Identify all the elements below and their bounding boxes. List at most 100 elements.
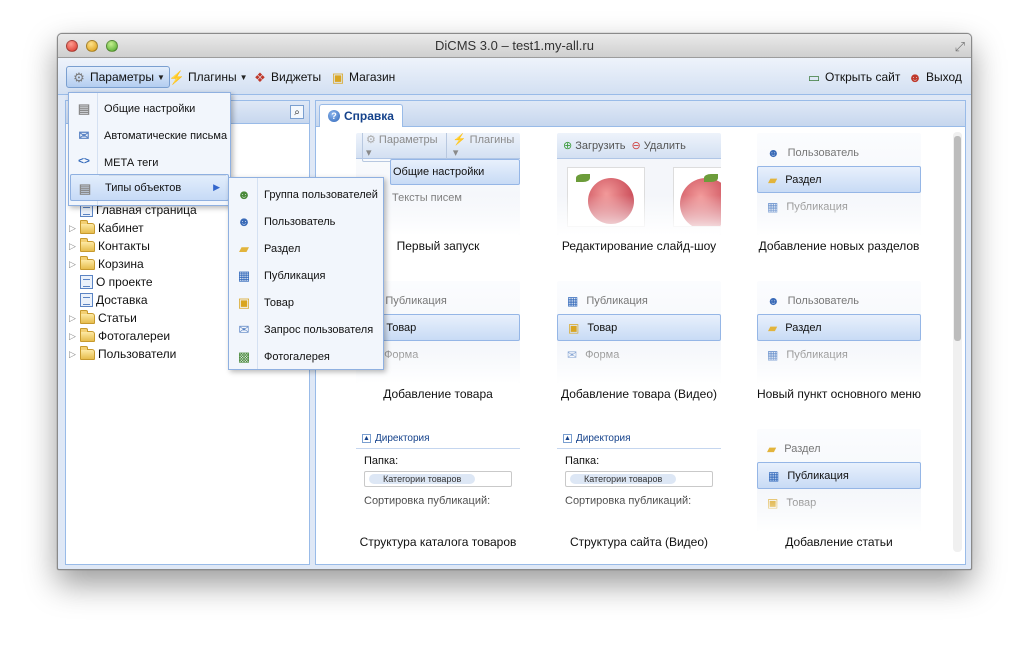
tree-item[interactable]: ▷ Контакты xyxy=(69,237,150,255)
thumb-menu-row: ▦ Публикация xyxy=(757,341,921,368)
tree-item-label: Пользователи xyxy=(98,347,177,361)
help-card[interactable]: ☻ Пользователь ▰ Раздел ▦ Публикация Добавлени… xyxy=(749,133,929,273)
thumb-row-icon: ▰ xyxy=(768,172,778,187)
folder-icon xyxy=(80,345,95,360)
thumb-folder-label: Папка: xyxy=(364,455,399,467)
expand-arrow-icon[interactable]: ▷ xyxy=(69,259,77,270)
tree-item[interactable]: ▷ Кабинет xyxy=(69,219,144,237)
folder-icon: ▰ xyxy=(239,240,249,256)
plugins-label: Плагины xyxy=(188,70,237,84)
params-menu-button[interactable]: ⚙ Параметры ▼ xyxy=(66,66,170,88)
lightning-icon: ⚡ xyxy=(168,69,186,85)
thumb-row-label: Товар xyxy=(386,321,417,334)
tree-item[interactable]: О проекте xyxy=(69,273,153,291)
thumb-row-icon: ▦ xyxy=(768,468,780,483)
menu-separator xyxy=(99,175,226,176)
tree-item[interactable]: ▷ Корзина xyxy=(69,255,144,273)
page-icon xyxy=(80,293,93,307)
help-card-caption: Добавление статьи xyxy=(785,535,893,549)
help-card[interactable]: ☻ Пользователь ▰ Раздел ▦ Публикация Новый пун… xyxy=(749,281,929,421)
expand-arrow-icon[interactable]: ▷ xyxy=(69,349,77,360)
envelope-icon: ✉ xyxy=(78,127,90,143)
shop-button[interactable]: ▣ Магазин xyxy=(325,66,400,88)
thumb-row-icon: ▰ xyxy=(768,320,778,335)
thumb-folder-field: Категории товаров xyxy=(364,471,512,487)
help-card[interactable]: ▰ Раздел ▦ Публикация ▣ Товар Добавление стать… xyxy=(749,429,929,569)
thumb-row-icon: ▣ xyxy=(568,320,580,335)
thumb-delete-button: ⊖ Удалить xyxy=(632,139,686,152)
open-site-button[interactable]: ▭ Открыть сайт xyxy=(801,66,905,88)
zoom-window-button[interactable] xyxy=(106,40,118,52)
thumb-slides xyxy=(557,159,721,235)
tab-help[interactable]: ? Справка xyxy=(319,104,403,127)
help-card[interactable]: ▦ Публикация ▣ Товар ✉ Форма Добавление товара… xyxy=(549,281,729,421)
thumb-row-label: Публикация xyxy=(385,294,447,307)
plugins-menu-button[interactable]: ⚡ Плагины ▼ xyxy=(164,66,253,88)
submenu-item-label: Группа пользователей xyxy=(264,188,378,201)
logout-label: Выход xyxy=(926,70,962,84)
expand-arrow-icon[interactable]: ▷ xyxy=(69,313,77,324)
binoculars-icon[interactable]: ⌕ xyxy=(290,105,304,119)
tree-item[interactable]: ▷ Фотогалереи xyxy=(69,327,170,345)
help-card-caption: Добавление новых разделов xyxy=(758,239,920,253)
expand-arrow-icon[interactable]: ▷ xyxy=(69,241,77,252)
help-card[interactable]: ⊕ Загрузить ⊖ Удалить Редактирование слайд… xyxy=(549,133,729,273)
help-card-thumbnail: ⊕ Загрузить ⊖ Удалить xyxy=(557,133,721,235)
close-window-button[interactable] xyxy=(66,40,78,52)
help-card-thumbnail: ☻ Пользователь ▰ Раздел ▦ Публикация xyxy=(757,133,921,235)
submenu-item-0[interactable]: ☻ Группа пользователей xyxy=(230,181,382,208)
submenu-item-2[interactable]: ▰ Раздел xyxy=(230,235,382,262)
logout-button[interactable]: ☻ Выход xyxy=(902,66,967,88)
thumb-row-label: Товар xyxy=(587,321,618,334)
tree-item[interactable]: ▷ Пользователи xyxy=(69,345,176,363)
help-card[interactable]: ▲ Директория Папка: Категории товаров Сортир… xyxy=(348,429,528,569)
thumb-menu-row: ▦ Публикация xyxy=(557,287,721,314)
scrollbar-thumb[interactable] xyxy=(954,136,961,341)
expand-arrow-icon[interactable]: ▷ xyxy=(69,223,77,234)
gear-icon: ⚙ xyxy=(366,133,379,146)
thumb-row-label: Раздел xyxy=(785,173,822,186)
thumb-menu-row: Общие настройки xyxy=(390,159,520,185)
thumb-row-label: Пользователь xyxy=(787,146,860,159)
user-icon: ☻ xyxy=(908,69,922,85)
tree-item[interactable]: Доставка xyxy=(69,291,148,309)
expand-arrow-icon[interactable]: ▷ xyxy=(69,331,77,342)
thumb-row-icon: ▦ xyxy=(767,199,779,214)
tree-item-label: Статьи xyxy=(98,311,137,325)
thumb-row-label: Форма xyxy=(585,348,620,361)
leaf-image xyxy=(576,174,590,182)
help-card[interactable]: ▲ Директория Папка: Категории товаров Сортир… xyxy=(549,429,729,569)
widgets-button[interactable]: ❖ Виджеты xyxy=(247,66,326,88)
box-icon: ▣ xyxy=(331,69,345,85)
chevron-right-icon: ▶ xyxy=(213,182,220,192)
menu-item-0[interactable]: ▤ Общие настройки xyxy=(70,95,229,122)
menu-item-2[interactable]: <> МЕТА теги xyxy=(70,149,229,176)
menu-item-3[interactable]: ▤ Типы объектов ▶ xyxy=(70,174,229,201)
tree-item[interactable]: ▷ Статьи xyxy=(69,309,137,327)
thumb-menu-row: ▰ Раздел xyxy=(757,166,921,193)
widgets-label: Виджеты xyxy=(271,70,322,84)
thumb-row-label: Публикация xyxy=(787,469,849,482)
thumb-menu-row: ▦ Публикация xyxy=(757,462,921,489)
fullscreen-icon[interactable]: ⤢ xyxy=(955,39,965,55)
thumb-menu-row: ▰ Раздел xyxy=(757,435,921,462)
thumb-directory-header: ▲ Директория xyxy=(557,429,721,449)
minimize-window-button[interactable] xyxy=(86,40,98,52)
code-icon: <> xyxy=(78,156,90,167)
submenu-item-5[interactable]: ✉ Запрос пользователя xyxy=(230,316,382,343)
submenu-item-4[interactable]: ▣ Товар xyxy=(230,289,382,316)
submenu-item-3[interactable]: ▦ Публикация xyxy=(230,262,382,289)
help-card-caption: Новый пункт основного меню xyxy=(756,387,922,401)
vertical-scrollbar[interactable] xyxy=(953,132,962,552)
thumb-menu: ▦ Публикация ▣ Товар ✉ Форма xyxy=(557,281,721,368)
thumb-menu: ▰ Раздел ▦ Публикация ▣ Товар xyxy=(757,429,921,516)
menu-item-1[interactable]: ✉ Автоматические письма xyxy=(70,122,229,149)
thumb-toolbar-label: Параметры xyxy=(378,133,438,146)
tree-item-label: Кабинет xyxy=(98,221,144,235)
tree-item-label: Корзина xyxy=(98,257,144,271)
plus-icon: ⊕ xyxy=(563,140,576,152)
thumb-row-icon: ▦ xyxy=(767,347,779,362)
submenu-item-6[interactable]: ▩ Фотогалерея xyxy=(230,343,382,370)
submenu-item-1[interactable]: ☻ Пользователь xyxy=(230,208,382,235)
thumb-menu: ☻ Пользователь ▰ Раздел ▦ Публикация xyxy=(757,133,921,220)
